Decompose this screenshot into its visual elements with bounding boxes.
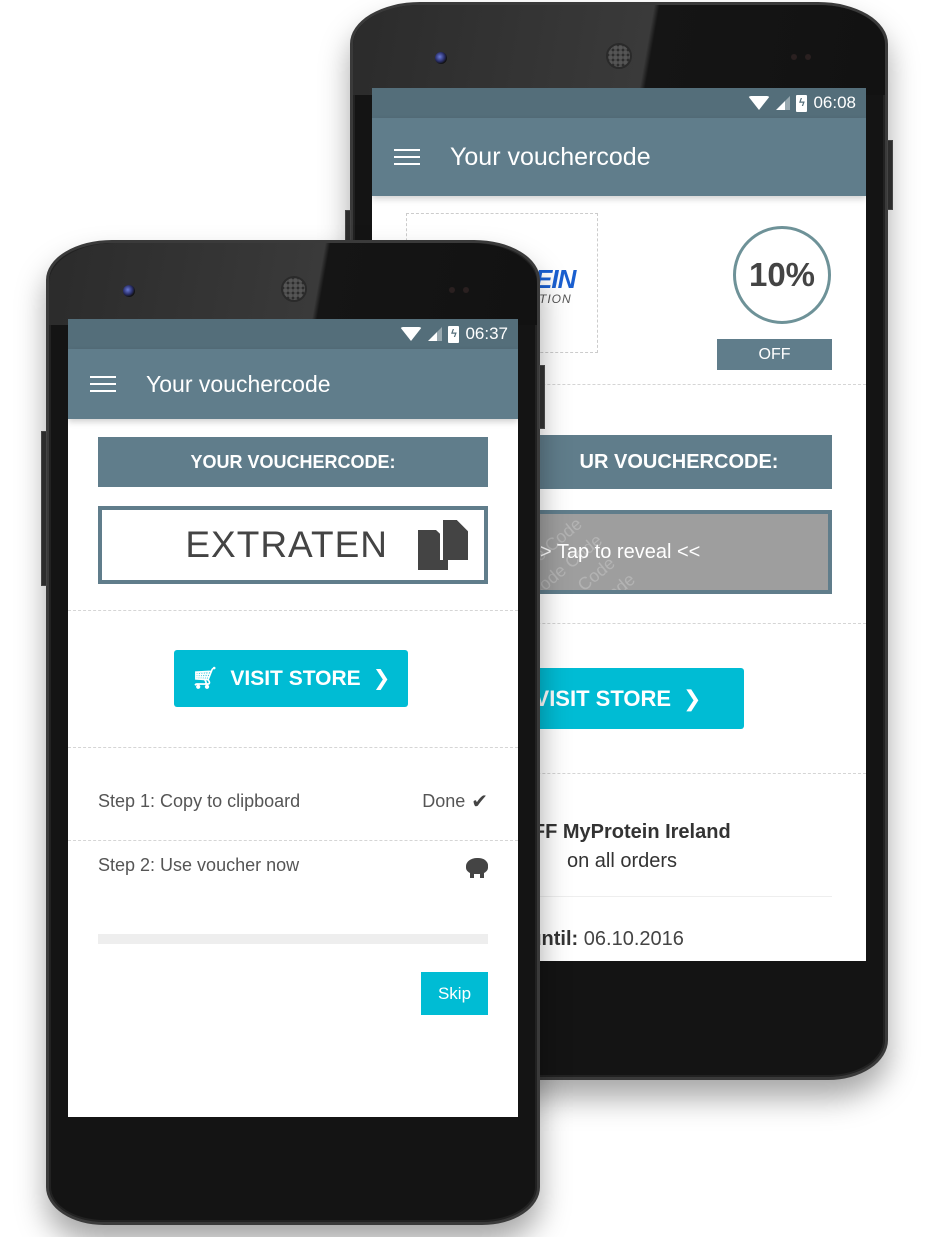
- sensor-icon: [805, 54, 811, 60]
- copy-icon[interactable]: [418, 520, 470, 570]
- step-row: Step 1: Copy to clipboard Done ✔: [98, 789, 488, 814]
- signal-icon: [428, 327, 443, 341]
- step-status: Done: [422, 791, 466, 811]
- front-camera-icon: [123, 285, 135, 297]
- speaker-grille-icon: [281, 276, 307, 302]
- divider: [68, 747, 518, 748]
- front-screen: ϟ 06:37 Your vouchercode YOUR VOUCHERCOD…: [68, 319, 518, 1117]
- status-bar: ϟ 06:08: [372, 88, 866, 118]
- signal-icon: [776, 96, 791, 110]
- valid-until-date: 06.10.2016: [583, 928, 684, 950]
- phone-bezel: [49, 243, 537, 325]
- hamburger-menu-icon[interactable]: [394, 149, 420, 165]
- visit-store-button[interactable]: 🛒︎ VISIT STORE ❯: [174, 650, 408, 707]
- power-button: [539, 365, 545, 429]
- step-row: Step 2: Use voucher now: [98, 855, 488, 878]
- front-phone: ϟ 06:37 Your vouchercode YOUR VOUCHERCOD…: [41, 240, 545, 1225]
- sensor-icon: [463, 287, 469, 293]
- volume-button: [41, 431, 47, 586]
- status-time: 06:37: [465, 324, 508, 343]
- hamburger-menu-icon[interactable]: [90, 376, 116, 392]
- app-bar: Your vouchercode: [372, 118, 866, 196]
- app-bar: Your vouchercode: [68, 349, 518, 419]
- voucher-header: YOUR VOUCHERCODE:: [98, 437, 488, 487]
- brand-logo-text: EIN: [535, 264, 576, 294]
- step-label: Step 2: Use voucher now: [98, 855, 300, 875]
- divider: [68, 610, 518, 611]
- chevron-right-icon: ❯: [372, 667, 391, 690]
- check-icon: ✔: [471, 791, 488, 813]
- visit-store-label: VISIT STORE: [230, 666, 361, 690]
- page-title: Your vouchercode: [146, 370, 331, 397]
- cart-icon: 🛒︎: [191, 666, 219, 690]
- piggy-bank-icon: [466, 857, 488, 878]
- discount-off-badge: OFF: [717, 339, 832, 370]
- discount-value: 10%: [733, 226, 831, 324]
- status-bar: ϟ 06:37: [68, 319, 518, 349]
- battery-charging-icon: ϟ: [796, 94, 808, 112]
- phone-bezel: [353, 5, 885, 95]
- progress-bar: [98, 934, 488, 944]
- page-title: Your vouchercode: [450, 142, 651, 171]
- voucher-code-field[interactable]: EXTRATEN: [98, 506, 488, 584]
- wifi-icon: [400, 327, 423, 341]
- skip-button[interactable]: Skip: [421, 972, 488, 1015]
- front-camera-icon: [435, 52, 447, 64]
- voucher-code: EXTRATEN: [185, 524, 388, 565]
- chevron-right-icon: ❯: [683, 685, 702, 711]
- brand-logo-subtext: TION: [539, 292, 572, 306]
- power-button: [887, 140, 893, 210]
- wifi-icon: [748, 96, 771, 110]
- speaker-grille-icon: [606, 43, 632, 69]
- status-time: 06:08: [813, 93, 856, 112]
- visit-store-label: VISIT STORE: [534, 685, 672, 711]
- sensor-icon: [791, 54, 797, 60]
- divider: [68, 840, 518, 841]
- step-label: Step 1: Copy to clipboard: [98, 791, 301, 811]
- sensor-icon: [449, 287, 455, 293]
- battery-charging-icon: ϟ: [448, 325, 460, 343]
